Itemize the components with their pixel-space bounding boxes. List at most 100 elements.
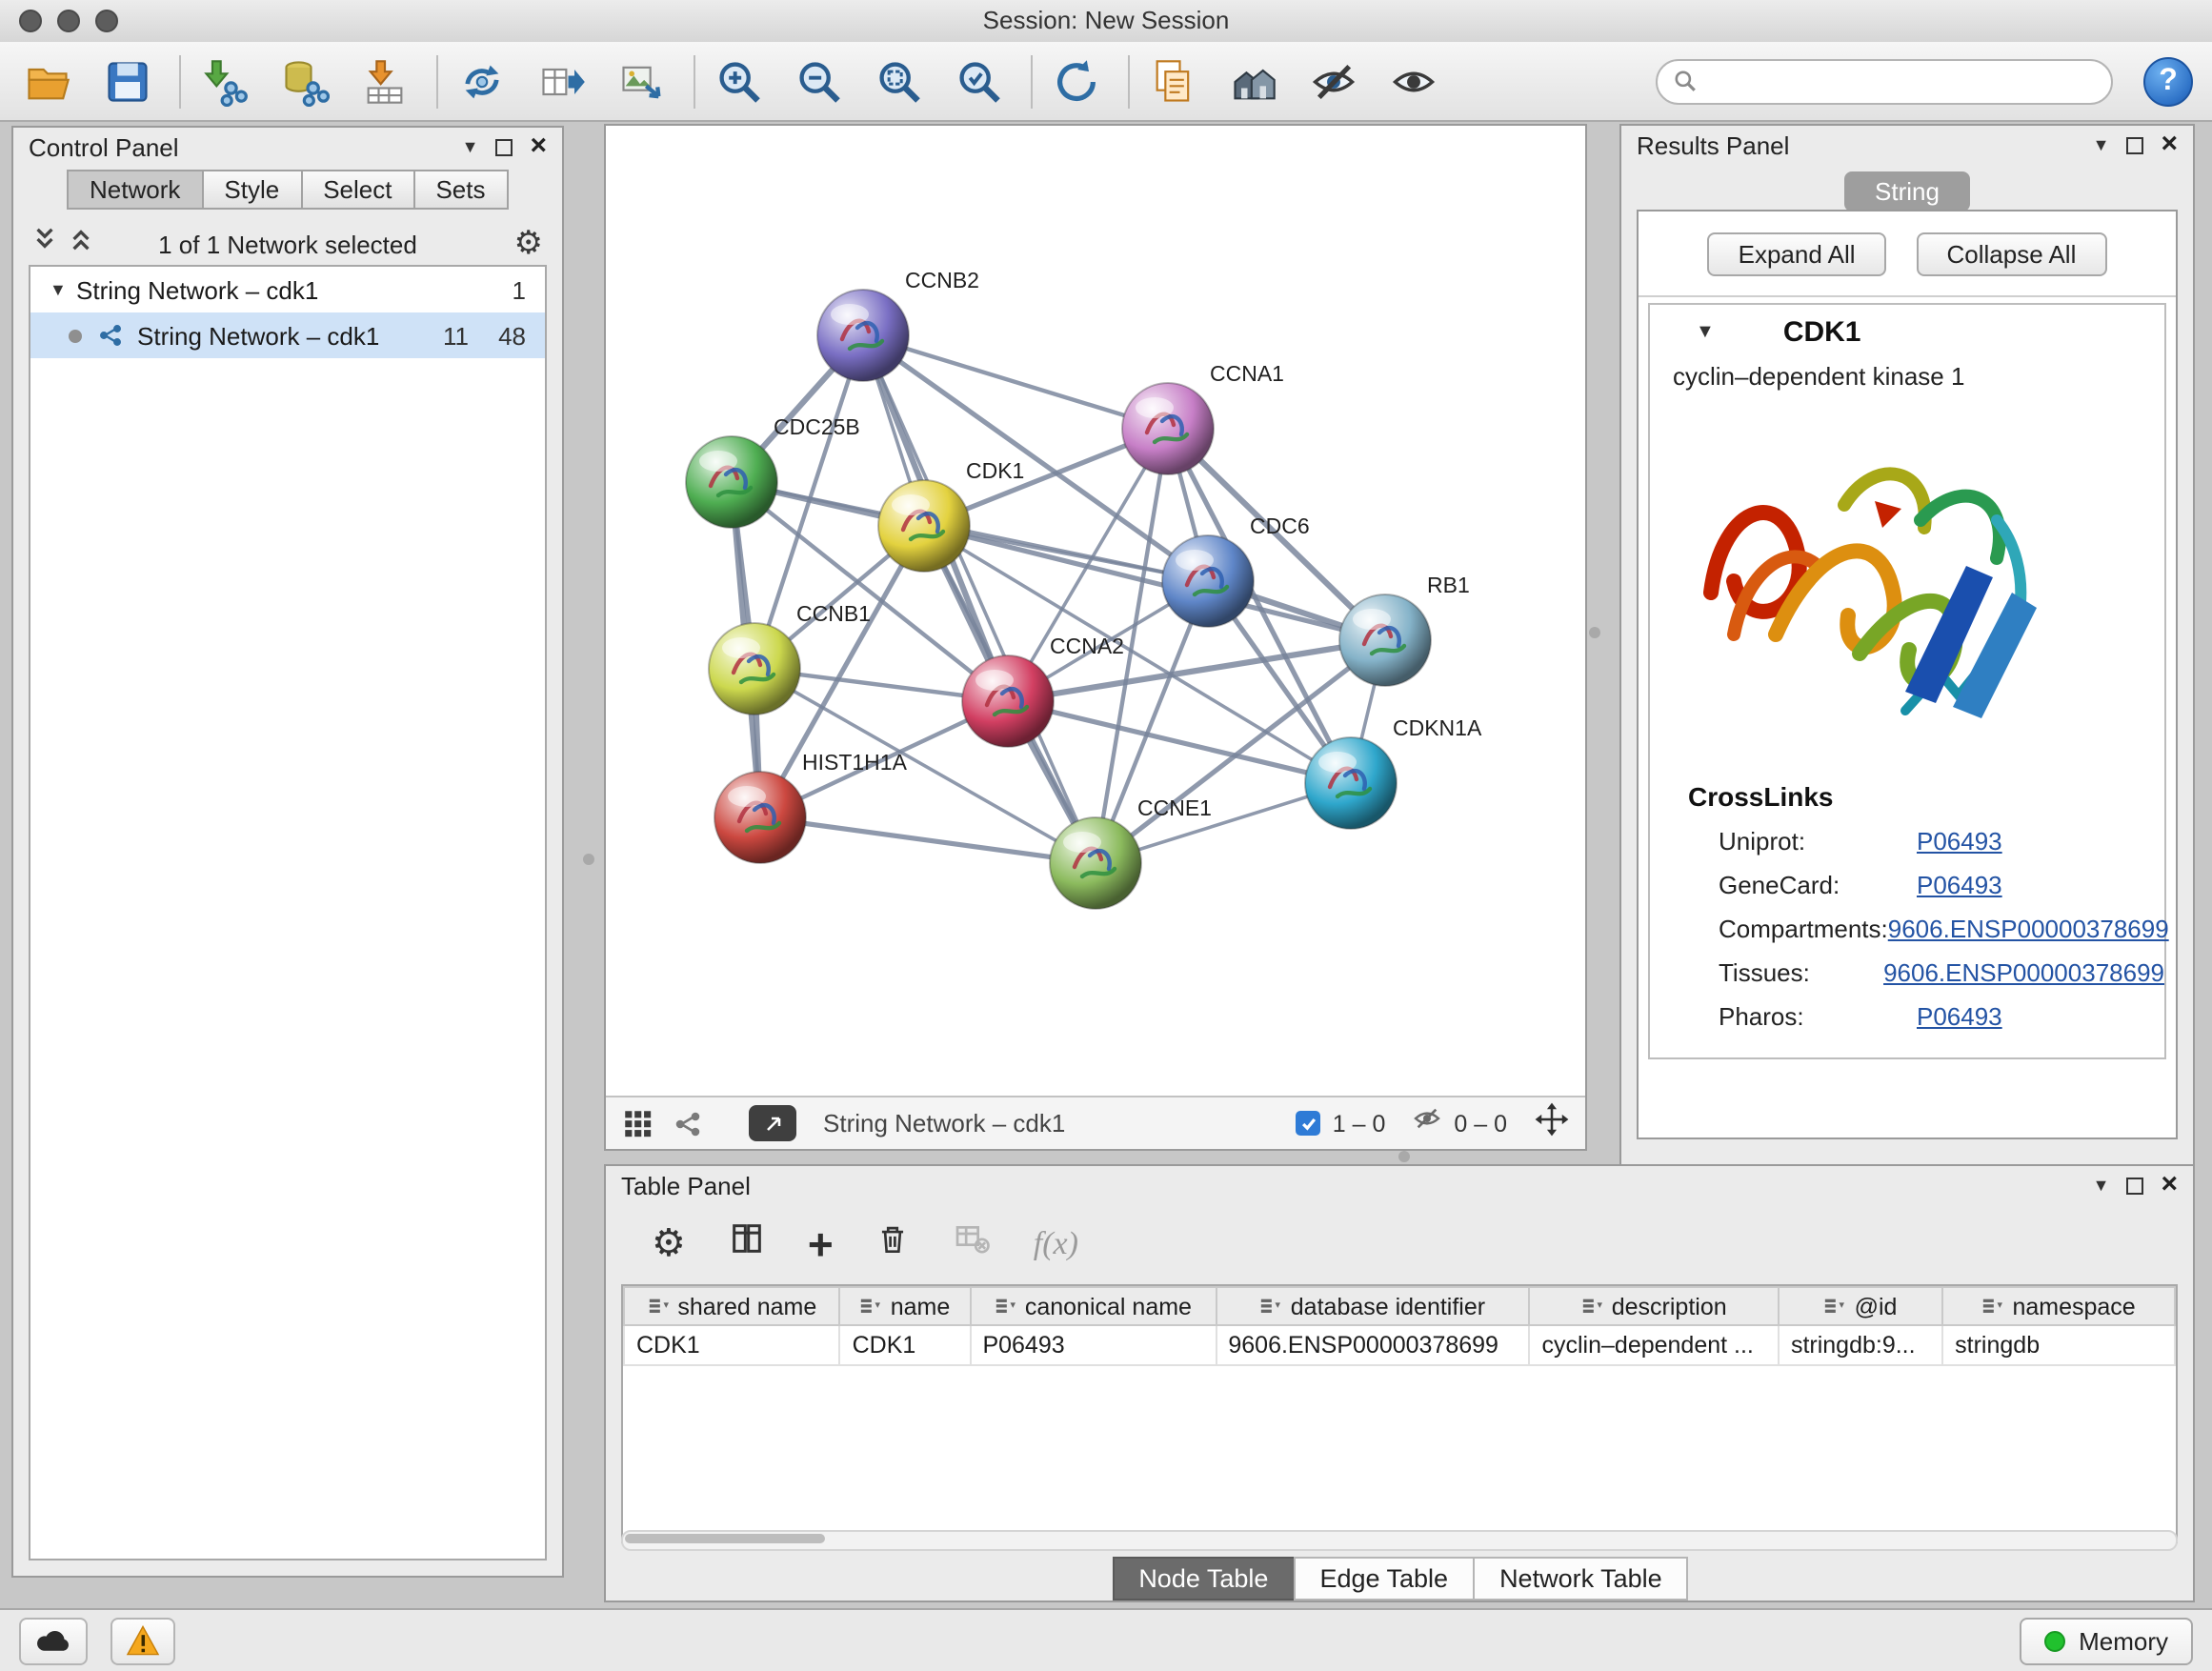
tab-sets[interactable]: Sets (412, 170, 508, 210)
warnings-button[interactable] (111, 1617, 175, 1664)
splitter-handle[interactable] (583, 854, 594, 865)
network-node-CCNA2[interactable] (962, 655, 1054, 747)
network-node-RB1[interactable] (1339, 594, 1431, 686)
column-header-id[interactable]: @id (1779, 1287, 1942, 1325)
collapse-panel-icon[interactable]: ▼ (2093, 135, 2110, 154)
hide-eye-slash-icon[interactable] (1305, 52, 1362, 110)
column-header-canonical-name[interactable]: canonical name (970, 1287, 1216, 1325)
hidden-eye-slash-icon[interactable] (1412, 1103, 1442, 1143)
expand-all-button[interactable]: Expand All (1708, 232, 1886, 276)
memory-button[interactable]: Memory (2020, 1617, 2193, 1664)
network-node-CCNE1[interactable] (1050, 817, 1141, 909)
open-in-new-window-icon[interactable] (749, 1105, 796, 1141)
table-cell[interactable]: CDK1 (840, 1325, 971, 1365)
network-node-CDC25B[interactable] (686, 436, 777, 528)
new-network-icon[interactable] (453, 52, 511, 110)
tab-node-table[interactable]: Node Table (1112, 1557, 1295, 1601)
crosslink-link[interactable]: 9606.ENSP00000378699 (1883, 958, 2164, 987)
import-table-icon[interactable] (356, 52, 413, 110)
column-header-namespace[interactable]: namespace (1942, 1287, 2175, 1325)
import-network-file-icon[interactable] (196, 52, 253, 110)
column-header-description[interactable]: description (1530, 1287, 1779, 1325)
copy-documents-icon[interactable] (1145, 52, 1202, 110)
search-input[interactable] (1709, 65, 2096, 97)
scrollbar-thumb[interactable] (625, 1534, 825, 1543)
search-box[interactable] (1656, 58, 2113, 104)
show-eye-icon[interactable] (1385, 52, 1442, 110)
home-icon[interactable] (1225, 52, 1282, 110)
network-node-CCNB2[interactable] (817, 290, 909, 381)
crosslink-link[interactable]: P06493 (1917, 827, 2002, 856)
create-column-icon[interactable]: + (808, 1226, 834, 1260)
float-panel-icon[interactable] (2126, 136, 2143, 153)
tab-string[interactable]: String (1844, 171, 1970, 211)
network-edge[interactable] (760, 817, 1096, 863)
selected-checkbox-icon[interactable] (1297, 1111, 1321, 1136)
table-cell[interactable]: CDK1 (624, 1325, 840, 1365)
section-expander-icon[interactable]: ▼ (1696, 321, 1715, 342)
tab-style[interactable]: Style (201, 170, 302, 210)
tab-edge-table[interactable]: Edge Table (1293, 1557, 1475, 1601)
network-node-CDC6[interactable] (1162, 535, 1254, 627)
warning-icon (126, 1625, 160, 1656)
table-cell[interactable]: 9606.ENSP00000378699 (1216, 1325, 1529, 1365)
table-cell[interactable]: P06493 (970, 1325, 1216, 1365)
collection-expander-icon[interactable]: ▼ (50, 280, 76, 299)
splitter-handle[interactable] (1398, 1151, 1410, 1162)
table-horizontal-scrollbar[interactable] (621, 1530, 2178, 1551)
float-panel-icon[interactable] (495, 138, 513, 155)
pan-crosshair-icon[interactable] (1534, 1100, 1570, 1146)
import-network-database-icon[interactable] (276, 52, 333, 110)
column-header-shared-name[interactable]: shared name (624, 1287, 840, 1325)
open-session-icon[interactable] (19, 52, 76, 110)
export-image-icon[interactable] (613, 52, 671, 110)
network-node-CDK1[interactable] (878, 480, 970, 572)
table-cell[interactable]: stringdb (1942, 1325, 2175, 1365)
collapse-panel-icon[interactable]: ▼ (462, 137, 479, 156)
close-panel-icon[interactable]: × (2161, 1176, 2178, 1195)
table-row[interactable]: CDK1CDK1P064939606.ENSP00000378699cyclin… (624, 1325, 2175, 1365)
column-header-database-identifier[interactable]: database identifier (1216, 1287, 1529, 1325)
close-panel-icon[interactable]: × (2161, 135, 2178, 154)
crosslink-link[interactable]: P06493 (1917, 871, 2002, 899)
zoom-selected-icon[interactable] (951, 52, 1008, 110)
grid-view-icon[interactable] (621, 1107, 654, 1139)
crosslink-link[interactable]: 9606.ENSP00000378699 (1888, 915, 2169, 943)
control-panel-title: Control Panel (29, 132, 179, 161)
refresh-layout-icon[interactable] (1048, 52, 1105, 110)
show-columns-icon[interactable] (728, 1219, 766, 1267)
zoom-out-icon[interactable] (791, 52, 848, 110)
tab-network[interactable]: Network (67, 170, 203, 210)
collapse-panel-icon[interactable]: ▼ (2093, 1176, 2110, 1195)
network-collection-row[interactable]: ▼ String Network – cdk1 1 (30, 267, 545, 312)
cloud-button[interactable] (19, 1617, 88, 1664)
network-options-gear-icon[interactable]: ⚙ (514, 225, 544, 263)
splitter-handle[interactable] (1589, 627, 1600, 638)
network-canvas[interactable]: CCNB2CCNA1CDC25BCDK1CDC6RB1CCNB1CCNA2CDK… (606, 126, 1585, 1096)
delete-column-icon[interactable] (875, 1220, 912, 1266)
network-row[interactable]: String Network – cdk1 11 48 (30, 312, 545, 358)
table-cell[interactable]: stringdb:9... (1779, 1325, 1942, 1365)
network-edge[interactable] (863, 335, 1168, 429)
table-cell[interactable]: cyclin–dependent ... (1530, 1325, 1779, 1365)
collapse-all-button[interactable]: Collapse All (1917, 232, 2107, 276)
network-node-HIST1H1A[interactable] (714, 772, 806, 863)
column-header-name[interactable]: name (840, 1287, 971, 1325)
tab-select[interactable]: Select (300, 170, 414, 210)
network-node-CCNA1[interactable] (1122, 383, 1214, 474)
save-session-icon[interactable] (99, 52, 156, 110)
crosslink-link[interactable]: P06493 (1917, 1002, 2002, 1031)
network-edge[interactable] (863, 335, 1096, 863)
export-table-icon[interactable] (533, 52, 591, 110)
network-graph[interactable]: CCNB2CCNA1CDC25BCDK1CDC6RB1CCNB1CCNA2CDK… (606, 126, 1585, 1096)
table-settings-gear-icon[interactable]: ⚙ (652, 1219, 686, 1267)
float-panel-icon[interactable] (2126, 1177, 2143, 1194)
zoom-in-icon[interactable] (711, 52, 768, 110)
network-node-CCNB1[interactable] (709, 623, 800, 715)
help-button[interactable]: ? (2143, 56, 2193, 106)
network-share-icon[interactable] (673, 1108, 703, 1138)
network-node-CDKN1A[interactable] (1305, 737, 1397, 829)
zoom-fit-icon[interactable] (871, 52, 928, 110)
tab-network-table[interactable]: Network Table (1473, 1557, 1689, 1601)
close-panel-icon[interactable]: × (530, 137, 547, 156)
